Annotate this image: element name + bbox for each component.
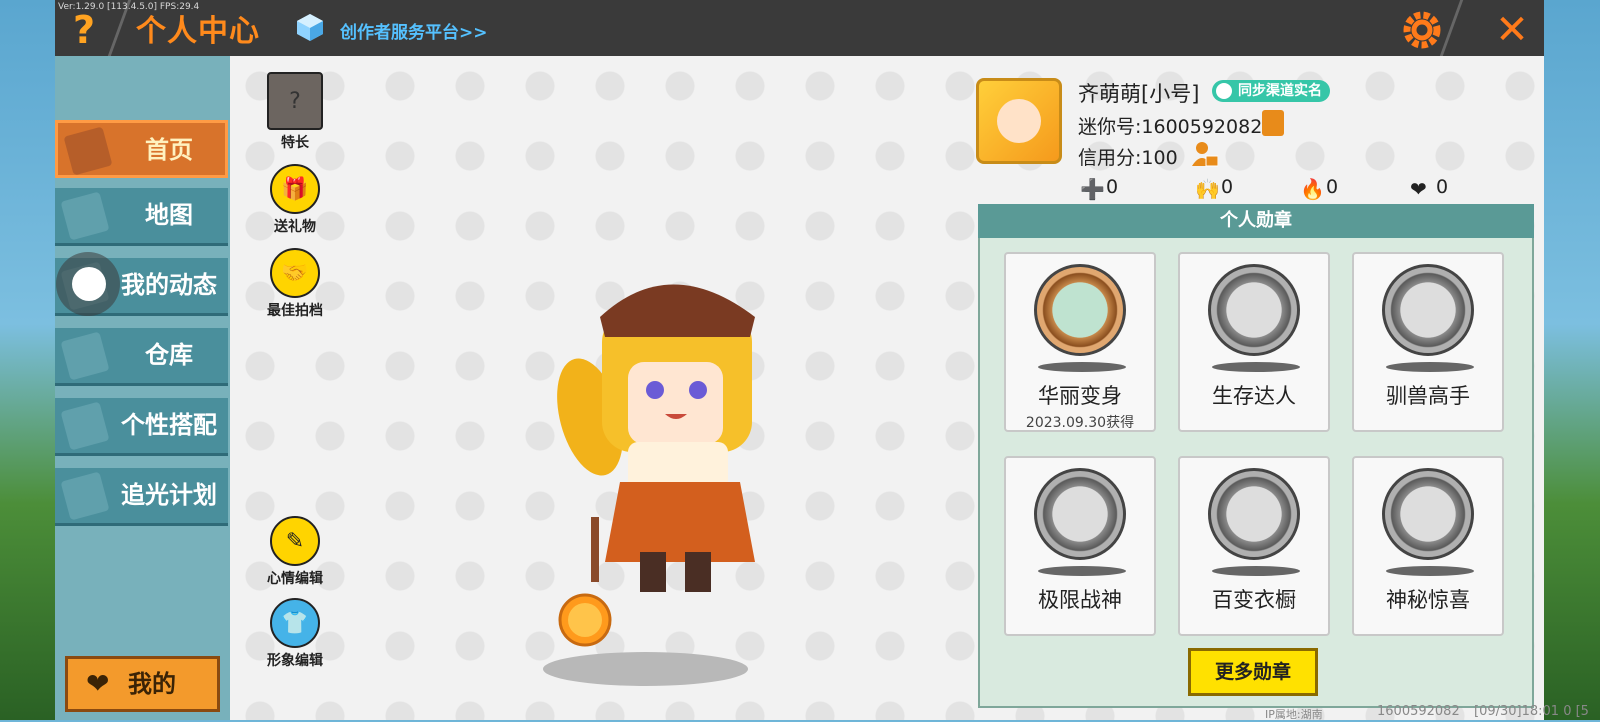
medal-date: 2023.09.30获得 [1025,415,1135,431]
best-partner-label: 最佳拍档 [267,303,323,319]
heart-icon: ❤ [1410,177,1427,201]
question-box-icon: ? [267,72,323,130]
gear-icon[interactable] [1400,8,1444,52]
stat-friends[interactable]: ➕0 [1080,176,1118,199]
special-skill-button[interactable]: ? 特长 [250,72,340,152]
medal-name: 百变衣橱 [1212,588,1296,612]
creator-platform-link[interactable]: 创作者服务平台>> [340,18,488,43]
flame-medal-icon [1208,264,1300,356]
mood-edit-button[interactable]: ✎ 心情编辑 [250,516,340,588]
footer-user-id: 1600592082 [1377,704,1460,719]
special-skill-label: 特长 [281,135,309,151]
sidebar-item-label: 追光计划 [121,481,217,509]
dinosaur-medal-icon [1034,264,1126,356]
sidebar-item-label: 首页 [145,136,193,164]
horse-rider-medal-icon [1382,264,1474,356]
avatar-edit-button[interactable]: 👕 形象编辑 [250,598,340,670]
background-scenery-right [1544,0,1600,720]
stat-fans[interactable]: 🙌0 [1195,176,1233,199]
medal-panel-title: 个人勋章 [978,204,1534,238]
help-button[interactable]: ? [64,8,104,52]
background-scenery-left [0,0,55,720]
copy-icon[interactable] [1262,110,1284,136]
sidebar-item-map[interactable]: 地图 [55,188,228,246]
gift-icon: 🎁 [270,164,320,214]
medal-name: 极限战神 [1038,588,1122,612]
wardrobe-medal-icon [1208,468,1300,560]
send-gift-label: 送礼物 [274,219,316,235]
footer-timestamp: [09/30]18:01 0 [5 [1474,704,1589,719]
medal-name: 神秘惊喜 [1386,588,1470,612]
stat-value: 0 [1436,176,1449,198]
sidebar-item-warehouse[interactable]: 仓库 [55,328,228,386]
avatar-edit-label: 形象编辑 [267,653,323,669]
credit-info-icon[interactable] [1190,140,1219,168]
boss-medal-icon [1034,468,1126,560]
avatar[interactable] [976,78,1062,164]
mine-label: 我的 [128,670,176,698]
sidebar-item-label: 仓库 [145,341,193,369]
sidebar: 首页 地图 我的动态 仓库 个性搭配 追光计划 [55,56,230,720]
sidebar-item-home[interactable]: 首页 [55,120,228,178]
medal-name: 生存达人 [1212,384,1296,408]
send-gift-button[interactable]: 🎁 送礼物 [250,164,340,236]
mini-id: 迷你号:1600592082 [1078,116,1263,138]
credit-score: 信用分:100 [1078,147,1178,169]
medal-card[interactable]: 极限战神 [1004,456,1156,636]
mine-button[interactable]: ❤ 我的 [65,656,220,712]
close-button[interactable]: ✕ [1490,8,1534,52]
stat-value: 0 [1221,176,1234,198]
outfit-icon [60,401,110,451]
stat-likes[interactable]: ❤ 0 [1410,176,1448,199]
sidebar-item-light-chase[interactable]: 追光计划 [55,468,228,526]
add-friend-icon: ➕ [1080,177,1105,201]
best-partner-button[interactable]: 🤝 最佳拍档 [250,248,340,320]
map-icon [60,191,110,241]
medal-name: 华丽变身 [1038,384,1122,408]
clothes-icon: 👕 [270,598,320,648]
fans-icon: 🙌 [1195,177,1220,201]
realname-badge[interactable]: 同步渠道实名 [1212,80,1330,102]
medal-card[interactable]: 神秘惊喜 [1352,456,1504,636]
fire-icon: 🔥 [1300,177,1325,201]
light-chase-icon [60,471,110,521]
top-bar [55,0,1544,56]
sidebar-item-label: 我的动态 [121,271,217,299]
floating-assistive-ball[interactable] [56,252,120,316]
handshake-icon: 🤝 [270,248,320,298]
warehouse-icon [60,331,110,381]
sidebar-item-label: 个性搭配 [121,411,217,439]
more-medals-button[interactable]: 更多勋章 [1188,648,1318,696]
medal-card[interactable]: 华丽变身 2023.09.30获得 [1004,252,1156,432]
medal-card[interactable]: 生存达人 [1178,252,1330,432]
mood-edit-label: 心情编辑 [267,571,323,587]
sidebar-item-label: 地图 [145,201,193,229]
edit-icon: ✎ [270,516,320,566]
home-icon [63,126,113,176]
stat-value: 0 [1326,176,1339,198]
heart-icon: ❤ [86,667,110,700]
stat-value: 0 [1106,176,1119,198]
character-model[interactable] [510,262,780,682]
medal-card[interactable]: 驯兽高手 [1352,252,1504,432]
gift-box-medal-icon [1382,468,1474,560]
creator-cube-icon[interactable] [295,12,325,42]
medal-name: 驯兽高手 [1386,384,1470,408]
stat-popularity[interactable]: 🔥0 [1300,176,1338,199]
medal-card[interactable]: 百变衣橱 [1178,456,1330,636]
page-title: 个人中心 [136,14,260,49]
nickname: 齐萌萌[小号] [1078,82,1200,106]
sidebar-item-outfit[interactable]: 个性搭配 [55,398,228,456]
